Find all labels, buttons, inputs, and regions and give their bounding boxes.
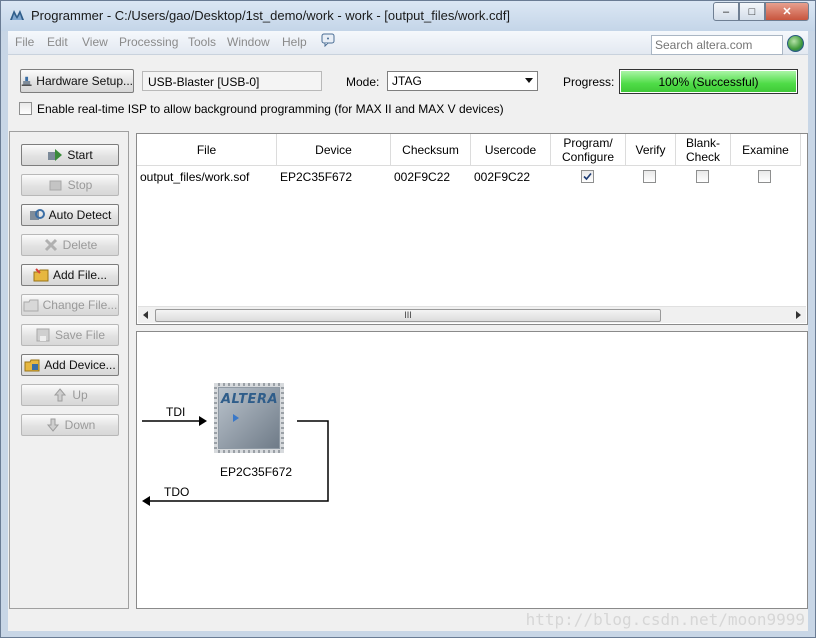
mode-value: JTAG (392, 74, 422, 88)
stop-icon (49, 180, 62, 191)
column-header-checksum[interactable]: Checksum (391, 134, 471, 166)
auto-detect-label: Auto Detect (48, 208, 112, 222)
tdo-label: TDO (164, 485, 190, 499)
menu-processing[interactable]: Processing (119, 35, 178, 49)
program-checkbox[interactable] (581, 170, 594, 183)
start-icon (48, 149, 63, 161)
save-file-button[interactable]: Save File (21, 324, 119, 346)
down-arrow-icon (46, 418, 59, 432)
menu-tools[interactable]: Tools (188, 35, 216, 49)
add-device-button[interactable]: Add Device... (21, 354, 119, 376)
progress-label: Progress: (563, 75, 615, 89)
start-label: Start (67, 148, 93, 162)
tdi-label: TDI (166, 405, 186, 419)
down-button[interactable]: Down (21, 414, 119, 436)
cell-checksum: 002F9C22 (394, 170, 451, 184)
scroll-right-icon[interactable] (796, 311, 801, 319)
search-input[interactable] (651, 35, 783, 55)
programmer-app-icon (10, 10, 24, 20)
globe-icon[interactable] (787, 35, 804, 52)
save-file-icon (36, 328, 50, 342)
isp-checkbox[interactable] (19, 102, 32, 115)
cell-usercode: 002F9C22 (474, 170, 531, 184)
file-table: File Device Checksum Usercode Program/ C… (136, 133, 808, 325)
tdi-arrow-icon (199, 416, 207, 426)
stop-label: Stop (67, 178, 93, 192)
scroll-left-icon[interactable] (143, 311, 148, 319)
client-area: File Edit View Processing Tools Window H… (8, 31, 808, 631)
add-device-icon (24, 359, 40, 372)
checkmark-icon (583, 172, 592, 181)
watermark-text: http://blog.csdn.net/moon9999 (525, 610, 805, 629)
programmer-window: Programmer - C:/Users/gao/Desktop/1st_de… (0, 0, 816, 638)
hardware-setup-icon (21, 76, 32, 86)
column-header-device[interactable]: Device (277, 134, 391, 166)
up-button[interactable]: Up (21, 384, 119, 406)
examine-checkbox[interactable] (758, 170, 771, 183)
chip-name-label: EP2C35F672 (220, 465, 293, 479)
blank-check-checkbox[interactable] (696, 170, 709, 183)
cell-device: EP2C35F672 (280, 170, 353, 184)
menu-file[interactable]: File (15, 35, 34, 49)
stop-button[interactable]: Stop (21, 174, 119, 196)
minimize-button[interactable]: – (713, 2, 739, 21)
add-device-label: Add Device... (44, 358, 116, 372)
hardware-setup-button[interactable]: Hardware Setup... (20, 69, 134, 93)
progress-bar: 100% (Successful) (619, 69, 798, 94)
window-controls: – □ ✕ (713, 2, 809, 22)
change-file-button[interactable]: Change File... (21, 294, 119, 316)
delete-label: Delete (62, 238, 98, 252)
chat-help-icon[interactable] (321, 33, 335, 47)
auto-detect-button[interactable]: Auto Detect (21, 204, 119, 226)
column-header-file[interactable]: File (137, 134, 277, 166)
hardware-setup-label: Hardware Setup... (36, 74, 133, 88)
down-label: Down (64, 418, 96, 432)
isp-label: Enable real-time ISP to allow background… (37, 102, 504, 116)
action-panel: Start Stop Auto Detect Delete Add File..… (9, 131, 129, 609)
window-title: Programmer - C:/Users/gao/Desktop/1st_de… (31, 8, 510, 23)
delete-icon (44, 238, 57, 252)
jtag-chain-diagram: TDI TDO ALTERA EP2C35F672 (136, 331, 808, 609)
column-header-program[interactable]: Program/ Configure (551, 134, 626, 166)
close-button[interactable]: ✕ (765, 2, 809, 21)
altera-logo: ALTERA (221, 392, 279, 407)
progress-text: 100% (Successful) (658, 75, 759, 89)
title-bar[interactable]: Programmer - C:/Users/gao/Desktop/1st_de… (1, 1, 815, 31)
change-file-icon (23, 299, 39, 312)
column-header-verify[interactable]: Verify (626, 134, 676, 166)
delete-button[interactable]: Delete (21, 234, 119, 256)
auto-detect-icon (29, 209, 45, 220)
tdo-arrow-icon (142, 496, 150, 506)
menu-bar: File Edit View Processing Tools Window H… (8, 31, 808, 55)
maximize-button[interactable]: □ (739, 2, 765, 21)
start-button[interactable]: Start (21, 144, 119, 166)
scroll-thumb[interactable]: III (155, 309, 661, 322)
hardware-field: USB-Blaster [USB-0] (142, 71, 322, 91)
add-file-label: Add File... (52, 268, 108, 282)
verify-checkbox[interactable] (643, 170, 656, 183)
save-file-label: Save File (54, 328, 106, 342)
up-arrow-icon (54, 388, 67, 402)
up-label: Up (72, 388, 88, 402)
column-header-examine[interactable]: Examine (731, 134, 801, 166)
mode-select[interactable]: JTAG (387, 71, 538, 91)
add-file-button[interactable]: Add File... (21, 264, 119, 286)
menu-window[interactable]: Window (227, 35, 270, 49)
menu-view[interactable]: View (82, 35, 108, 49)
menu-help[interactable]: Help (282, 35, 307, 49)
horizontal-scrollbar[interactable]: III (138, 306, 806, 323)
cell-file: output_files/work.sof (140, 170, 250, 184)
menu-edit[interactable]: Edit (47, 35, 68, 49)
chevron-down-icon (525, 78, 533, 83)
mode-label: Mode: (346, 75, 380, 89)
column-header-usercode[interactable]: Usercode (471, 134, 551, 166)
change-file-label: Change File... (42, 298, 118, 312)
column-header-blank-check[interactable]: Blank- Check (676, 134, 731, 166)
add-file-icon (33, 268, 49, 282)
